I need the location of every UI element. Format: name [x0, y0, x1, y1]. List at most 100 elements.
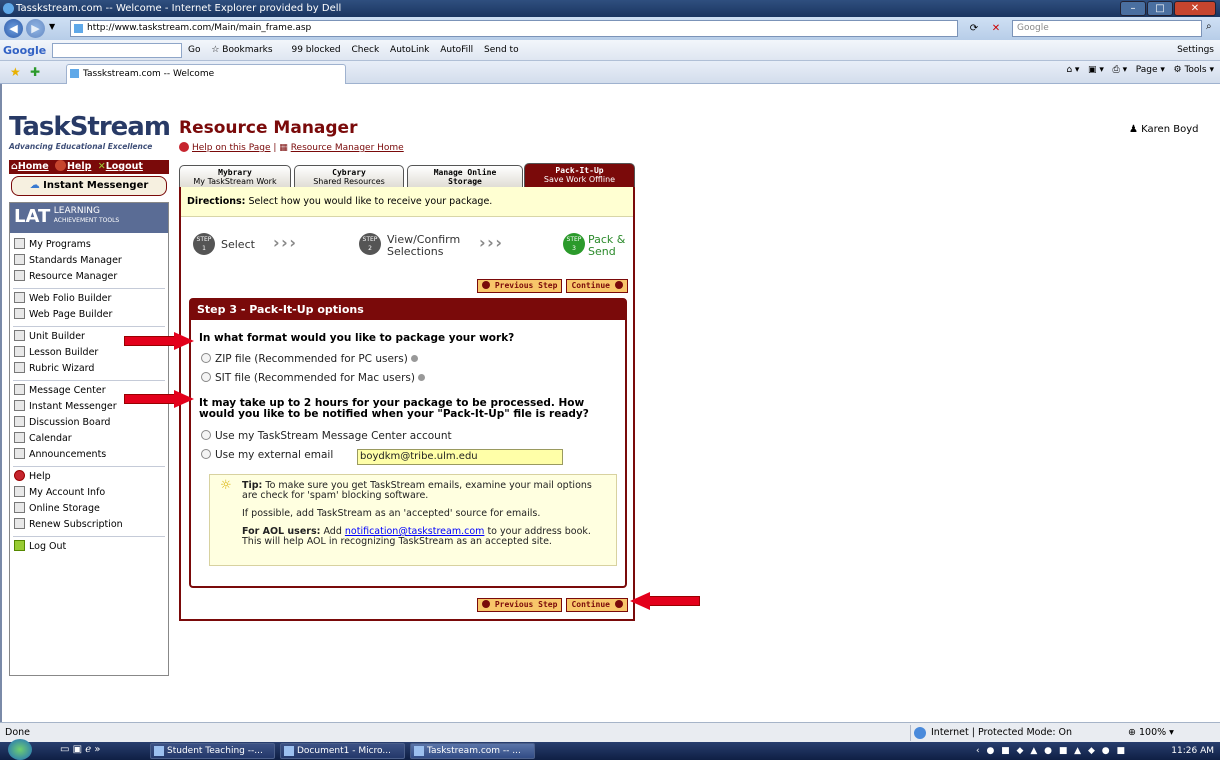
nav-log-out[interactable]: Log Out	[10, 539, 168, 555]
taskbar-label: Document1 - Micro...	[297, 746, 391, 756]
nav-rubric-wizard[interactable]: Rubric Wizard	[10, 361, 168, 377]
sit-radio[interactable]	[201, 372, 211, 382]
nav-discussion-board[interactable]: Discussion Board	[10, 415, 168, 431]
step3-badge: STEP 3	[563, 233, 585, 255]
autolink-button[interactable]: AutoLink	[390, 45, 429, 55]
tip-text2: If possible, add TaskStream as an 'accep…	[242, 508, 541, 519]
message-center-radio[interactable]	[201, 430, 211, 440]
external-email-option[interactable]: Use my external email boydkm@tribe.ulm.e…	[201, 449, 601, 465]
search-input[interactable]: Google	[1012, 20, 1202, 37]
forward-button[interactable]: ▶	[26, 19, 45, 38]
page-menu[interactable]: Page	[1136, 65, 1158, 75]
taskbar-item-student-teaching[interactable]: Student Teaching --...	[150, 743, 275, 759]
favorites-bar: ★ ✚ Tasskstream.com -- Welcome ⌂ ▾ ▣ ▾ ⎙…	[0, 61, 1220, 84]
start-button[interactable]	[8, 739, 32, 760]
search-icon[interactable]: ⌕	[1206, 21, 1212, 32]
nav-announcements[interactable]: Announcements	[10, 447, 168, 463]
divider	[13, 285, 165, 289]
info-icon[interactable]	[410, 355, 418, 362]
url-input[interactable]: http://www.taskstream.com/Main/main_fram…	[70, 20, 958, 37]
tab-cybrary[interactable]: Cybrary Shared Resources	[294, 165, 404, 187]
nav-my-programs[interactable]: My Programs	[10, 237, 168, 253]
nav-web-page-builder[interactable]: Web Page Builder	[10, 307, 168, 323]
history-dropdown-icon[interactable]: ▼	[49, 22, 55, 31]
instant-messenger-button[interactable]: ☁ Instant Messenger	[11, 176, 167, 196]
home-link[interactable]: Home	[18, 161, 49, 172]
favorites-star-icon[interactable]: ★	[10, 65, 21, 79]
external-email-radio[interactable]	[201, 449, 211, 459]
message-center-option[interactable]: Use my TaskStream Message Center account	[201, 430, 452, 443]
sit-option[interactable]: SIT file (Recommended for Mac users)	[201, 372, 425, 385]
info-icon[interactable]	[417, 374, 425, 381]
help-on-page-link[interactable]: Help on this Page	[192, 143, 271, 153]
add-favorites-icon[interactable]: ✚	[30, 65, 40, 79]
nav-calendar[interactable]: Calendar	[10, 431, 168, 447]
help-icon	[14, 470, 25, 481]
stop-icon[interactable]: ✕	[988, 20, 1004, 37]
continue-button-bottom[interactable]: Continue	[566, 598, 628, 612]
go-button[interactable]: Go	[188, 45, 200, 55]
email-field[interactable]: boydkm@tribe.ulm.edu	[357, 449, 563, 465]
resource-icon	[14, 270, 25, 281]
sendto-button[interactable]: Send to	[484, 45, 519, 55]
print-icon[interactable]: ⎙ ▾	[1113, 65, 1128, 75]
bottom-step-buttons: Previous Step Continue	[477, 598, 628, 612]
tab-mybrary[interactable]: Mybrary My TaskStream Work	[179, 165, 291, 187]
popup-blocker-button[interactable]: 99 blocked	[291, 45, 340, 55]
quick-launch-icons[interactable]: ▭ ▣ ℯ »	[60, 744, 100, 755]
nav-online-storage[interactable]: Online Storage	[10, 501, 168, 517]
pack-it-up-panel: Directions: Select how you would like to…	[179, 187, 635, 621]
tools-menu[interactable]: Tools	[1184, 65, 1206, 75]
spellcheck-button[interactable]: Check	[351, 45, 379, 55]
feeds-icon[interactable]: ▣ ▾	[1088, 65, 1104, 75]
previous-step-button-bottom[interactable]: Previous Step	[477, 598, 563, 612]
google-search-input[interactable]	[52, 43, 182, 58]
zip-option[interactable]: ZIP file (Recommended for PC users)	[201, 353, 418, 366]
divider	[13, 463, 165, 467]
continue-button-top[interactable]: Continue	[566, 279, 628, 293]
autofill-button[interactable]: AutoFill	[440, 45, 473, 55]
taskstream-logo[interactable]: TaskStream Advancing Educational Excelle…	[9, 112, 171, 160]
btn-label: Previous Step	[494, 600, 558, 609]
home-icon[interactable]: ⌂ ▾	[1066, 65, 1079, 75]
nav-resource-manager[interactable]: Resource Manager	[10, 269, 168, 285]
instant-messenger-label: Instant Messenger	[43, 180, 149, 191]
directions-label: Directions:	[187, 196, 246, 207]
nav-label: Announcements	[29, 449, 107, 460]
options-box: Step 3 - Pack-It-Up options In what form…	[189, 298, 627, 588]
close-button[interactable]: ✕	[1174, 1, 1216, 16]
taskbar-item-document1[interactable]: Document1 - Micro...	[280, 743, 405, 759]
red-arrow-icon	[124, 332, 194, 350]
nav-my-account-info[interactable]: My Account Info	[10, 485, 168, 501]
previous-step-button-top[interactable]: Previous Step	[477, 279, 563, 293]
nav-renew-subscription[interactable]: Renew Subscription	[10, 517, 168, 533]
help-link[interactable]: Help	[67, 161, 91, 172]
settings-button[interactable]: Settings	[1177, 40, 1214, 61]
zoom-control[interactable]: ⊕ 100% ▾	[1128, 723, 1174, 743]
back-button[interactable]: ◀	[4, 19, 23, 38]
clock[interactable]: 11:26 AM	[1171, 743, 1214, 759]
browser-tab[interactable]: Tasskstream.com -- Welcome	[66, 64, 346, 84]
folio-icon	[14, 292, 25, 303]
minimize-button[interactable]: –	[1120, 1, 1146, 16]
zip-radio[interactable]	[201, 353, 211, 363]
refresh-icon[interactable]: ⟳	[966, 20, 982, 37]
nav-help[interactable]: Help	[10, 469, 168, 485]
bookmarks-button[interactable]: ☆ Bookmarks	[211, 45, 280, 55]
tab-pack-it-up[interactable]: Pack-It-Up Save Work Offline	[524, 163, 635, 187]
nav-standards-manager[interactable]: Standards Manager	[10, 253, 168, 269]
nav-web-folio-builder[interactable]: Web Folio Builder	[10, 291, 168, 307]
resource-manager-home-link[interactable]: Resource Manager Home	[291, 143, 404, 153]
user-label: Karen Boyd	[1141, 124, 1199, 135]
nav-label: Standards Manager	[29, 255, 122, 266]
user-name: ♟ Karen Boyd	[1129, 124, 1198, 135]
tray-icons[interactable]: ‹ ● ■ ◆ ▲ ● ■ ▲ ◆ ● ■	[976, 746, 1127, 756]
taskbar-item-taskstream[interactable]: Taskstream.com -- ...	[410, 743, 535, 759]
calendar-icon	[14, 432, 25, 443]
logout-link[interactable]: Logout	[106, 161, 143, 172]
security-zone[interactable]: Internet | Protected Mode: On	[910, 725, 1100, 741]
tab-page-icon	[70, 69, 79, 78]
tab-manage-online-storage[interactable]: Manage Online Storage	[407, 165, 523, 187]
maximize-button[interactable]: □	[1147, 1, 1173, 16]
url-text: http://www.taskstream.com/Main/main_fram…	[87, 23, 312, 33]
